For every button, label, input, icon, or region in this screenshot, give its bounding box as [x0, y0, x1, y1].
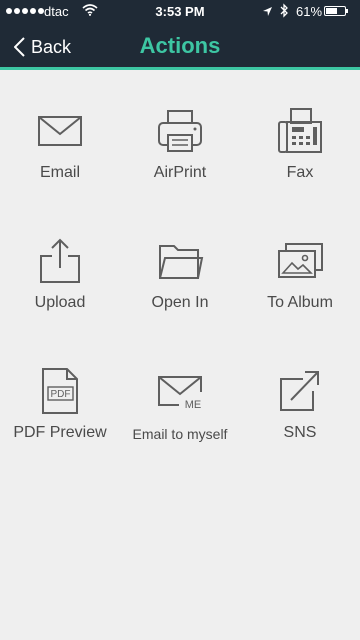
action-label: Open In	[151, 294, 209, 311]
battery-percentage: 61%	[296, 4, 323, 19]
photo-album-icon	[275, 236, 325, 286]
action-fax[interactable]: Fax	[240, 90, 360, 200]
action-label: PDF Preview	[13, 424, 107, 441]
actions-screen: dtac 3:53 PM 61% Back Actions Email AirP…	[0, 0, 360, 640]
location-arrow-icon	[262, 5, 273, 20]
action-label: To Album	[267, 294, 333, 311]
envelope-icon	[35, 106, 85, 156]
folder-icon	[155, 236, 205, 286]
action-label: Email to myself	[132, 426, 228, 442]
share-arrow-icon	[275, 366, 325, 416]
action-open-in[interactable]: Open In	[120, 220, 240, 330]
action-airprint[interactable]: AirPrint	[120, 90, 240, 200]
action-pdf-preview[interactable]: PDF PDF Preview	[0, 350, 120, 460]
pdf-file-icon: PDF	[35, 366, 85, 416]
action-label: Fax	[286, 164, 314, 181]
action-email-to-myself[interactable]: ME Email to myself	[120, 350, 240, 460]
navigation-bar: dtac 3:53 PM 61% Back Actions	[0, 0, 360, 70]
upload-icon	[35, 236, 85, 286]
svg-text:ME: ME	[185, 399, 202, 411]
status-bar: dtac 3:53 PM 61%	[0, 0, 360, 24]
action-sns[interactable]: SNS	[240, 350, 360, 460]
action-label: Email	[39, 164, 80, 181]
action-label: AirPrint	[153, 164, 207, 181]
fax-icon	[275, 106, 325, 156]
battery-icon	[324, 6, 346, 16]
action-label: Upload	[34, 294, 86, 311]
envelope-me-icon: ME	[155, 366, 205, 416]
action-label: SNS	[283, 424, 317, 441]
bluetooth-icon	[279, 3, 289, 21]
svg-text:PDF: PDF	[51, 389, 71, 400]
action-upload[interactable]: Upload	[0, 220, 120, 330]
action-to-album[interactable]: To Album	[240, 220, 360, 330]
printer-icon	[155, 106, 205, 156]
action-email[interactable]: Email	[0, 90, 120, 200]
battery-cap	[346, 9, 348, 13]
page-title: Actions	[139, 33, 221, 58]
